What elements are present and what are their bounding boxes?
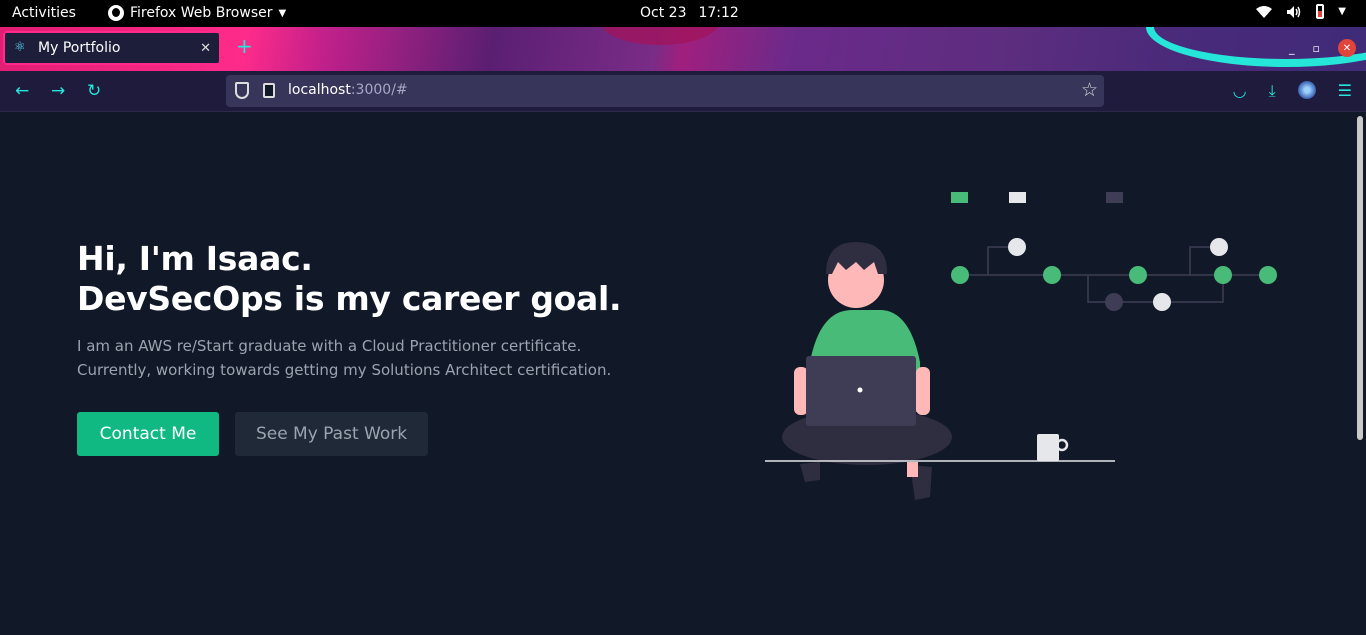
toolbar-right: ◡ ⤓ ☰: [1233, 81, 1352, 101]
hero-title-line-2: DevSecOps is my career goal.: [77, 279, 622, 318]
hero-title-line-1: Hi, I'm Isaac.: [77, 239, 313, 278]
scrollbar-thumb[interactable]: [1357, 116, 1363, 440]
shield-icon[interactable]: [235, 82, 249, 99]
tab-my-portfolio[interactable]: ⚛ My Portfolio ✕: [3, 31, 221, 65]
page-scrollbar[interactable]: [1354, 112, 1366, 635]
system-top-bar: Activities Firefox Web Browser ▼ Oct 23 …: [0, 0, 1366, 27]
hamburger-menu-icon[interactable]: ☰: [1338, 81, 1352, 101]
bookmark-star-icon[interactable]: ☆: [1081, 79, 1098, 101]
power-menu-icon: ▼: [1338, 6, 1346, 17]
hero-description-line-1: I am an AWS re/Start graduate with a Clo…: [77, 337, 582, 355]
theme-decoration: [600, 27, 720, 45]
url-bar[interactable]: localhost:3000/# ☆: [226, 75, 1104, 107]
url-host: localhost: [288, 82, 351, 98]
activities-button[interactable]: Activities: [12, 5, 76, 21]
contact-me-button[interactable]: Contact Me: [77, 412, 219, 456]
clock-date: Oct 23: [640, 5, 687, 21]
volume-icon: [1287, 5, 1301, 18]
hero-illustration: [765, 192, 1277, 500]
firefox-icon: [108, 5, 124, 21]
react-icon: ⚛: [14, 40, 26, 55]
new-tab-button[interactable]: +: [236, 36, 253, 56]
branch-graph: [951, 192, 1277, 311]
close-window-button[interactable]: ✕: [1338, 39, 1356, 57]
forward-button[interactable]: →: [51, 81, 65, 101]
clock[interactable]: Oct 23 17:12: [640, 5, 739, 21]
see-past-work-button[interactable]: See My Past Work: [235, 412, 428, 456]
battery-icon: [1316, 4, 1325, 19]
window-controls: _ ▫ ✕: [1289, 39, 1356, 57]
maximize-button[interactable]: ▫: [1313, 42, 1320, 55]
download-icon[interactable]: ⤓: [1269, 81, 1276, 101]
tab-strip: ⚛ My Portfolio ✕ + _ ▫ ✕: [0, 27, 1366, 71]
app-menu-label: Firefox Web Browser: [130, 5, 273, 21]
coffee-mug: [1037, 434, 1069, 461]
url-path: :3000/#: [350, 82, 408, 98]
extension-icon[interactable]: [1297, 81, 1316, 99]
hero-description: I am an AWS re/Start graduate with a Clo…: [77, 334, 611, 382]
back-button[interactable]: ←: [15, 81, 29, 101]
hero-title: Hi, I'm Isaac. DevSecOps is my career go…: [77, 239, 622, 319]
navigation-bar: ← → ↻ localhost:3000/# ☆ ◡ ⤓ ☰: [0, 71, 1366, 112]
page-info-icon[interactable]: [263, 83, 275, 98]
system-tray[interactable]: ▼: [1256, 4, 1346, 19]
app-menu[interactable]: Firefox Web Browser ▼: [108, 5, 286, 21]
clock-time: 17:12: [698, 5, 739, 21]
wifi-icon: [1256, 5, 1273, 18]
chevron-down-icon: ▼: [278, 7, 287, 19]
minimize-button[interactable]: _: [1289, 42, 1295, 55]
tab-title: My Portfolio: [38, 40, 121, 56]
hero-description-line-2: Currently, working towards getting my So…: [77, 361, 612, 379]
close-tab-icon[interactable]: ✕: [200, 41, 211, 56]
url-text[interactable]: localhost:3000/#: [288, 82, 408, 98]
page-content: Hi, I'm Isaac. DevSecOps is my career go…: [0, 112, 1366, 635]
pocket-icon[interactable]: ◡: [1233, 81, 1247, 101]
reload-button[interactable]: ↻: [87, 81, 101, 101]
